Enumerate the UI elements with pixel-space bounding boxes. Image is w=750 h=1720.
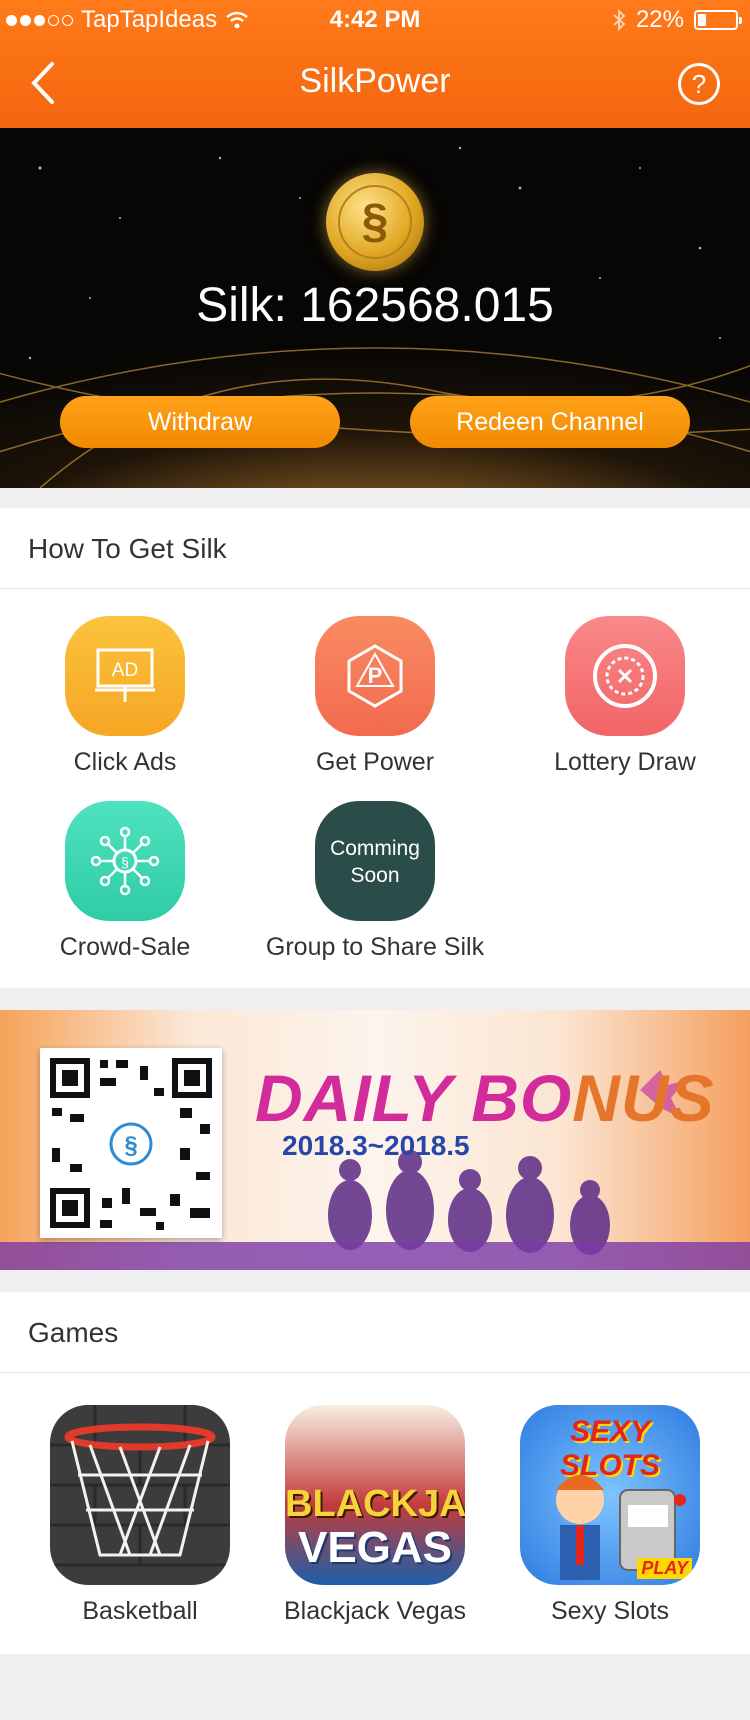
- silk-balance: Silk: 162568.015: [196, 279, 554, 332]
- title-part-1: DAILY BO: [255, 1061, 573, 1135]
- blackjack-vegas-icon[interactable]: BLACKJAC VEGAS: [285, 1405, 465, 1585]
- daily-bonus-title: DAILY BONUS: [255, 1060, 715, 1136]
- game-label: Sexy Slots: [550, 1597, 670, 1625]
- game-label: Blackjack Vegas: [283, 1597, 467, 1625]
- game-label: Basketball: [82, 1597, 198, 1625]
- feature-label: Lottery Draw: [554, 748, 696, 776]
- svg-text:§: §: [124, 1132, 137, 1159]
- sexy-slots-icon[interactable]: SEXY SLOTS PLAY: [520, 1405, 700, 1585]
- feature-label: Crowd-Sale: [59, 933, 191, 961]
- title-part-2: NUS: [572, 1061, 715, 1135]
- page-title: SilkPower: [299, 62, 451, 100]
- top-bar: TapTapIdeas 4:42 PM 22% SilkPower ?: [0, 0, 750, 128]
- svg-text:P: P: [368, 663, 383, 688]
- art-text: PLAY: [637, 1558, 692, 1579]
- power-dice-icon[interactable]: P: [315, 616, 435, 736]
- battery-icon: [694, 10, 742, 30]
- art-text: VEGAS: [297, 1523, 453, 1572]
- basketball-hoop-icon[interactable]: [50, 1405, 230, 1585]
- bluetooth-icon: [613, 9, 626, 31]
- feature-click-ads[interactable]: AD Click Ads: [15, 616, 235, 777]
- status-bar: TapTapIdeas 4:42 PM 22%: [0, 0, 750, 40]
- svg-text:§: §: [121, 854, 129, 870]
- battery-level: [698, 14, 706, 26]
- status-right: 22%: [612, 6, 742, 34]
- section-title: Games: [28, 1317, 119, 1348]
- daily-bonus-banner[interactable]: § DAILY BONUS 2018.3~2018.5: [0, 1010, 750, 1270]
- ad-board-icon[interactable]: AD: [65, 616, 185, 736]
- bonus-date-range: 2018.3~2018.5: [282, 1130, 470, 1161]
- withdraw-button[interactable]: Withdraw: [60, 396, 340, 448]
- svg-text:AD: AD: [112, 660, 138, 681]
- feature-label: Get Power: [315, 748, 435, 776]
- section-title: How To Get Silk: [28, 533, 227, 564]
- feature-lottery-draw[interactable]: Lottery Draw: [515, 616, 735, 777]
- coming-soon-overlay: Comming Soon: [330, 837, 420, 887]
- divider: [0, 1372, 750, 1373]
- help-icon[interactable]: ?: [678, 63, 720, 105]
- qr-code: §: [40, 1048, 222, 1238]
- feature-crowd-sale[interactable]: § Crowd-Sale: [15, 801, 235, 962]
- feature-get-power[interactable]: P Get Power: [265, 616, 485, 777]
- balance-hero: § Silk: 162568.015 Withdraw Redeen Chann…: [0, 128, 750, 488]
- coming-soon-icon[interactable]: Comming Soon: [315, 801, 435, 921]
- game-sexy-slots[interactable]: SEXY SLOTS PLAY Sexy Slots: [500, 1405, 720, 1626]
- roulette-icon[interactable]: [565, 616, 685, 736]
- silk-coin-icon: §: [326, 173, 424, 271]
- game-basketball[interactable]: Basketball: [30, 1405, 250, 1626]
- divider: [0, 588, 750, 589]
- games-section: Games Basketball BLACKJAC VEGAS Blackjac…: [0, 1292, 750, 1654]
- art-text: BLACKJAC: [285, 1483, 465, 1525]
- feature-label: Group to Share Silk: [265, 933, 485, 961]
- feature-label: Click Ads: [73, 748, 177, 776]
- how-to-get-silk-section: How To Get Silk AD Click Ads P Get Power…: [0, 508, 750, 988]
- game-blackjack-vegas[interactable]: BLACKJAC VEGAS Blackjack Vegas: [265, 1405, 485, 1626]
- feature-group-share-silk[interactable]: Comming Soon Group to Share Silk: [265, 801, 485, 962]
- battery-percent: 22%: [635, 6, 684, 33]
- network-coin-icon[interactable]: §: [65, 801, 185, 921]
- redeem-channel-button[interactable]: Redeen Channel: [410, 396, 690, 448]
